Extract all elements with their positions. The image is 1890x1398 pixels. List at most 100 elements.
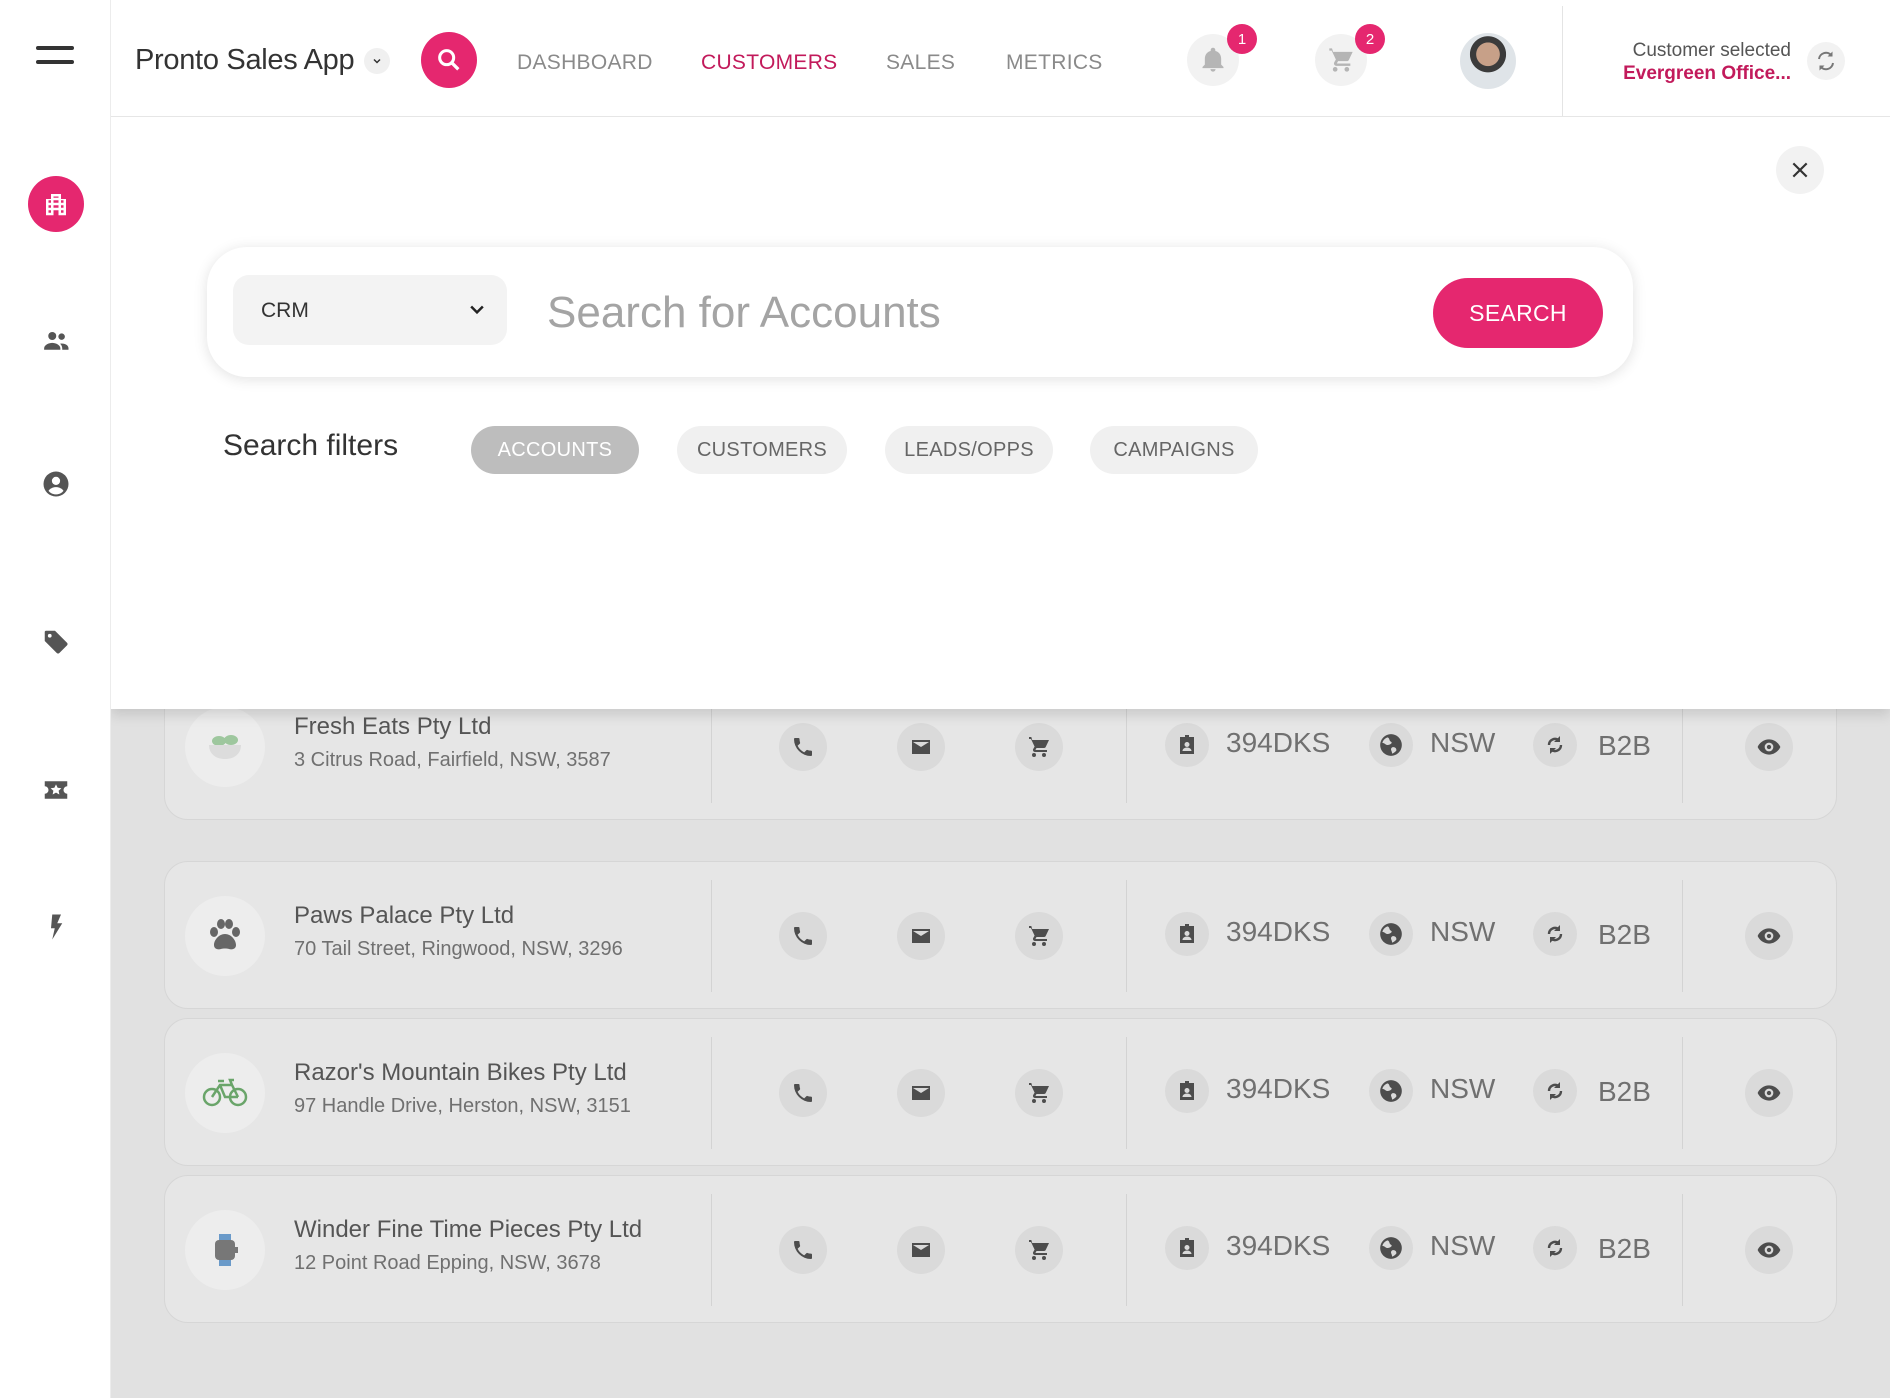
view-eye-icon[interactable] bbox=[1745, 912, 1793, 960]
phone-icon[interactable] bbox=[779, 1069, 827, 1117]
phone-icon[interactable] bbox=[779, 723, 827, 771]
divider bbox=[1682, 1194, 1683, 1306]
email-icon[interactable] bbox=[897, 723, 945, 771]
nav-metrics[interactable]: METRICS bbox=[1006, 51, 1103, 75]
divider bbox=[711, 880, 712, 992]
divider bbox=[1126, 1194, 1127, 1306]
account-address: 97 Handle Drive, Herston, NSW, 3151 bbox=[294, 1095, 631, 1117]
account-type: B2B bbox=[1598, 730, 1651, 761]
list-item[interactable]: Winder Fine Time Pieces Pty Ltd 12 Point… bbox=[164, 1175, 1837, 1323]
list-item[interactable]: Razor's Mountain Bikes Pty Ltd 97 Handle… bbox=[164, 1018, 1837, 1166]
app-title: Pronto Sales App bbox=[135, 44, 355, 76]
account-region: NSW bbox=[1430, 727, 1496, 758]
filter-chip-leads-opps[interactable]: LEADS/OPPS bbox=[885, 426, 1053, 474]
badge-id-icon bbox=[1165, 723, 1209, 767]
notifications-badge: 1 bbox=[1227, 24, 1257, 54]
user-avatar[interactable] bbox=[1460, 33, 1516, 89]
cart-badge: 2 bbox=[1355, 24, 1385, 54]
divider bbox=[711, 1037, 712, 1149]
search-icon bbox=[438, 49, 460, 71]
account-type: B2B bbox=[1598, 1233, 1651, 1264]
top-header: Pronto Sales App DASHBOARD CUSTOMERS SAL… bbox=[111, 0, 1890, 117]
chevron-down-icon bbox=[470, 305, 484, 315]
account-region: NSW bbox=[1430, 1073, 1496, 1104]
badge-id-icon bbox=[1165, 1069, 1209, 1113]
bicycle-icon bbox=[185, 1053, 265, 1133]
divider bbox=[1126, 1037, 1127, 1149]
app-switcher-chevron-icon[interactable] bbox=[364, 48, 390, 74]
bell-icon bbox=[1202, 47, 1224, 72]
search-panel: CRM SEARCH Search filters ACCOUNTS CUSTO… bbox=[111, 117, 1890, 709]
bolt-icon[interactable] bbox=[28, 899, 84, 955]
cart-icon[interactable] bbox=[1015, 723, 1063, 771]
change-customer-button[interactable] bbox=[1807, 42, 1845, 80]
sync-icon bbox=[1533, 723, 1577, 767]
people-icon[interactable] bbox=[28, 313, 84, 369]
filter-chip-campaigns[interactable]: CAMPAIGNS bbox=[1090, 426, 1258, 474]
search-submit-button[interactable]: SEARCH bbox=[1433, 278, 1603, 348]
customer-selected-value[interactable]: Evergreen Office... bbox=[1591, 63, 1791, 85]
account-name: Winder Fine Time Pieces Pty Ltd bbox=[294, 1216, 643, 1243]
account-address: 12 Point Road Epping, NSW, 3678 bbox=[294, 1252, 601, 1274]
phone-icon[interactable] bbox=[779, 912, 827, 960]
customer-selected-label: Customer selected bbox=[1632, 40, 1791, 61]
notifications-button[interactable]: 1 bbox=[1187, 24, 1257, 86]
account-name: Paws Palace Pty Ltd bbox=[294, 902, 515, 929]
account-address: 3 Citrus Road, Fairfield, NSW, 3587 bbox=[294, 749, 611, 771]
cart-icon[interactable] bbox=[1015, 1226, 1063, 1274]
email-icon[interactable] bbox=[897, 1226, 945, 1274]
phone-icon[interactable] bbox=[779, 1226, 827, 1274]
account-code: 394DKS bbox=[1226, 727, 1331, 758]
sync-icon bbox=[1818, 51, 1834, 71]
account-code: 394DKS bbox=[1226, 1073, 1331, 1104]
sync-icon bbox=[1533, 1069, 1577, 1113]
account-region: NSW bbox=[1430, 916, 1496, 947]
filter-chip-customers[interactable]: CUSTOMERS bbox=[677, 426, 847, 474]
account-code: 394DKS bbox=[1226, 916, 1331, 947]
menu-icon[interactable] bbox=[36, 46, 74, 68]
nav-customers[interactable]: CUSTOMERS bbox=[701, 51, 838, 75]
view-eye-icon[interactable] bbox=[1745, 1226, 1793, 1274]
salad-bowl-icon bbox=[185, 707, 265, 787]
account-address: 70 Tail Street, Ringwood, NSW, 3296 bbox=[294, 938, 623, 960]
global-search-button[interactable] bbox=[421, 32, 477, 88]
search-input[interactable] bbox=[547, 283, 1397, 343]
nav-dashboard[interactable]: DASHBOARD bbox=[517, 51, 653, 75]
nav-sales[interactable]: SALES bbox=[886, 51, 955, 75]
account-circle-icon[interactable] bbox=[28, 456, 84, 512]
watch-icon bbox=[185, 1210, 265, 1290]
account-type: B2B bbox=[1598, 919, 1651, 950]
sync-icon bbox=[1533, 912, 1577, 956]
account-code: 394DKS bbox=[1226, 1230, 1331, 1261]
globe-icon bbox=[1369, 1226, 1413, 1270]
cart-icon[interactable] bbox=[1015, 912, 1063, 960]
paw-icon bbox=[185, 896, 265, 976]
globe-icon bbox=[1369, 912, 1413, 956]
account-name: Razor's Mountain Bikes Pty Ltd bbox=[294, 1059, 627, 1086]
search-source-select[interactable]: CRM bbox=[233, 275, 507, 345]
sidebar bbox=[0, 0, 111, 1398]
globe-icon bbox=[1369, 723, 1413, 767]
sync-icon bbox=[1533, 1226, 1577, 1270]
header-divider bbox=[1562, 6, 1563, 116]
list-item[interactable]: Paws Palace Pty Ltd 70 Tail Street, Ring… bbox=[164, 861, 1837, 1009]
view-eye-icon[interactable] bbox=[1745, 723, 1793, 771]
badge-id-icon bbox=[1165, 1226, 1209, 1270]
close-icon bbox=[1792, 162, 1808, 178]
account-name: Fresh Eats Pty Ltd bbox=[294, 713, 492, 740]
filter-chip-accounts[interactable]: ACCOUNTS bbox=[471, 426, 639, 474]
cart-icon bbox=[1329, 48, 1353, 72]
building-icon[interactable] bbox=[28, 176, 84, 232]
email-icon[interactable] bbox=[897, 912, 945, 960]
cart-icon[interactable] bbox=[1015, 1069, 1063, 1117]
divider bbox=[1126, 880, 1127, 992]
close-search-button[interactable] bbox=[1776, 146, 1824, 194]
divider bbox=[1682, 1037, 1683, 1149]
ticket-star-icon[interactable] bbox=[28, 762, 84, 818]
cart-button[interactable]: 2 bbox=[1315, 24, 1385, 86]
email-icon[interactable] bbox=[897, 1069, 945, 1117]
search-filters-title: Search filters bbox=[223, 429, 399, 462]
search-bar: CRM SEARCH bbox=[207, 247, 1633, 377]
tag-icon[interactable] bbox=[28, 614, 84, 670]
view-eye-icon[interactable] bbox=[1745, 1069, 1793, 1117]
